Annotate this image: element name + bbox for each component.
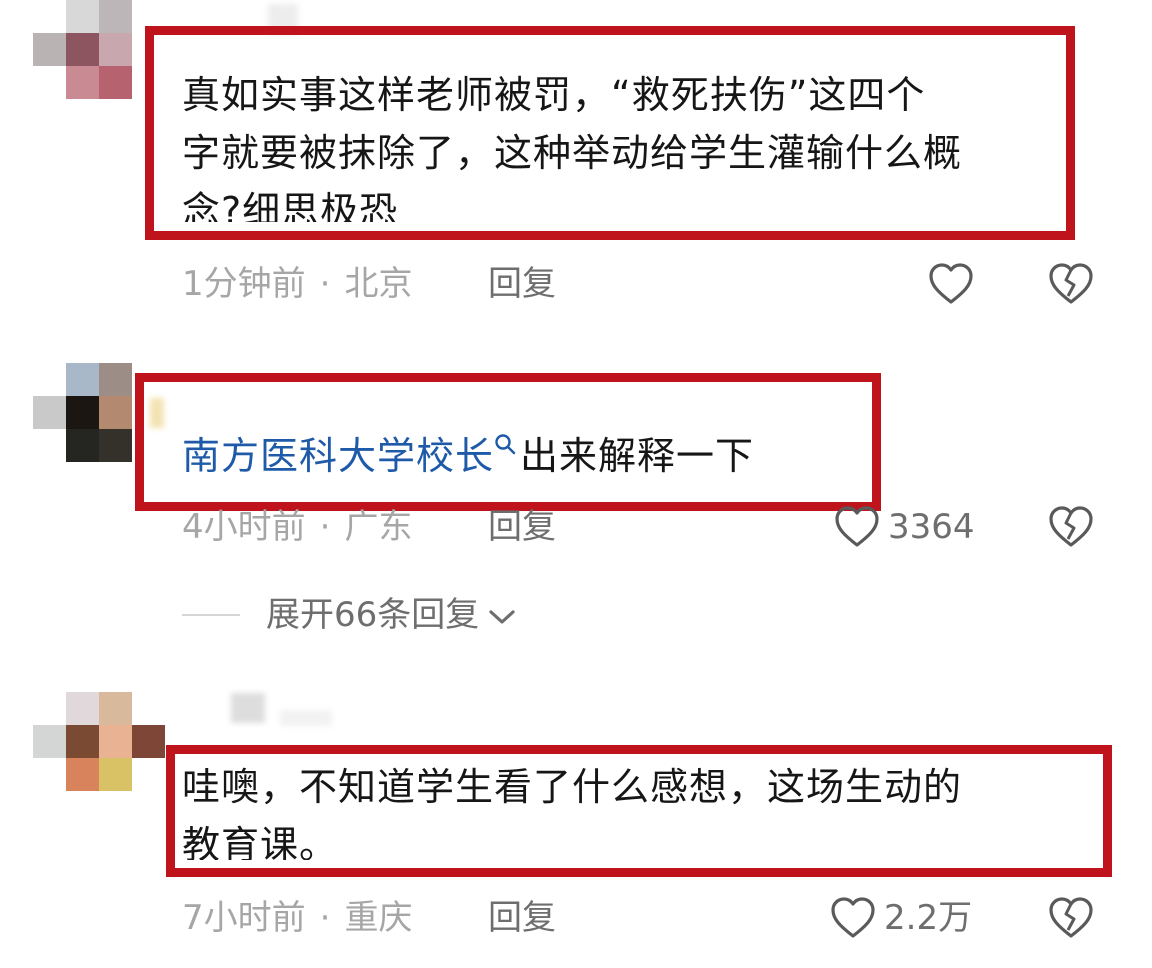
meta-separator: · <box>319 898 331 938</box>
comment-time: 4小时前 <box>182 507 306 547</box>
like-count: 2.2万 <box>884 898 973 938</box>
heart-outline-icon <box>831 897 875 938</box>
highlight-annotation-box <box>145 26 1075 240</box>
heart-outline-icon <box>929 263 973 304</box>
broken-heart-icon <box>1049 506 1093 547</box>
comment-meta: 4小时前 · 广东 <box>182 505 412 549</box>
chevron-down-icon <box>489 610 515 624</box>
comment-item-2: 南方医科大学校长 出来解释一下 4小时前 · 广东 回复 3364 展开66条回复 <box>0 360 1152 660</box>
comment-time: 1分钟前 <box>182 264 306 304</box>
dislike-button[interactable] <box>1047 262 1095 306</box>
comment-location: 广东 <box>344 507 413 547</box>
comment-location: 北京 <box>344 264 413 304</box>
comment-meta: 7小时前 · 重庆 <box>182 896 412 940</box>
reply-button[interactable]: 回复 <box>488 896 556 940</box>
like-button[interactable]: 2.2万 <box>830 896 972 940</box>
like-button[interactable]: 3364 <box>834 505 975 549</box>
username-blurred[interactable] <box>280 710 332 726</box>
reply-button[interactable]: 回复 <box>488 505 556 549</box>
expand-replies-button[interactable]: 展开66条回复 <box>182 593 517 637</box>
dislike-button[interactable] <box>1047 896 1095 940</box>
broken-heart-icon <box>1049 897 1093 938</box>
dislike-button[interactable] <box>1047 505 1095 549</box>
avatar[interactable] <box>33 692 165 792</box>
comment-item-1: 真如实事这样老师被罚，“救死扶伤”这四个 字就要被抹除了，这种举动给学生灌输什么… <box>0 0 1152 330</box>
expand-replies-label: 展开66条回复 <box>266 595 480 635</box>
meta-separator: · <box>319 264 331 304</box>
comment-location: 重庆 <box>344 898 413 938</box>
like-button[interactable] <box>928 262 974 306</box>
meta-separator: · <box>319 507 331 547</box>
username-blurred[interactable] <box>231 693 265 723</box>
expand-divider-line <box>182 614 240 616</box>
highlight-annotation-box <box>166 745 1112 877</box>
highlight-annotation-box <box>135 373 881 511</box>
heart-outline-icon <box>835 506 879 547</box>
broken-heart-icon <box>1049 263 1093 304</box>
comment-meta: 1分钟前 · 北京 <box>182 262 412 306</box>
comment-time: 7小时前 <box>182 898 306 938</box>
like-count: 3364 <box>888 507 975 547</box>
reply-button[interactable]: 回复 <box>488 262 556 306</box>
comment-item-3: 哇噢，不知道学生看了什么感想，这场生动的 教育课。 7小时前 · 重庆 回复 2.2… <box>0 690 1152 968</box>
